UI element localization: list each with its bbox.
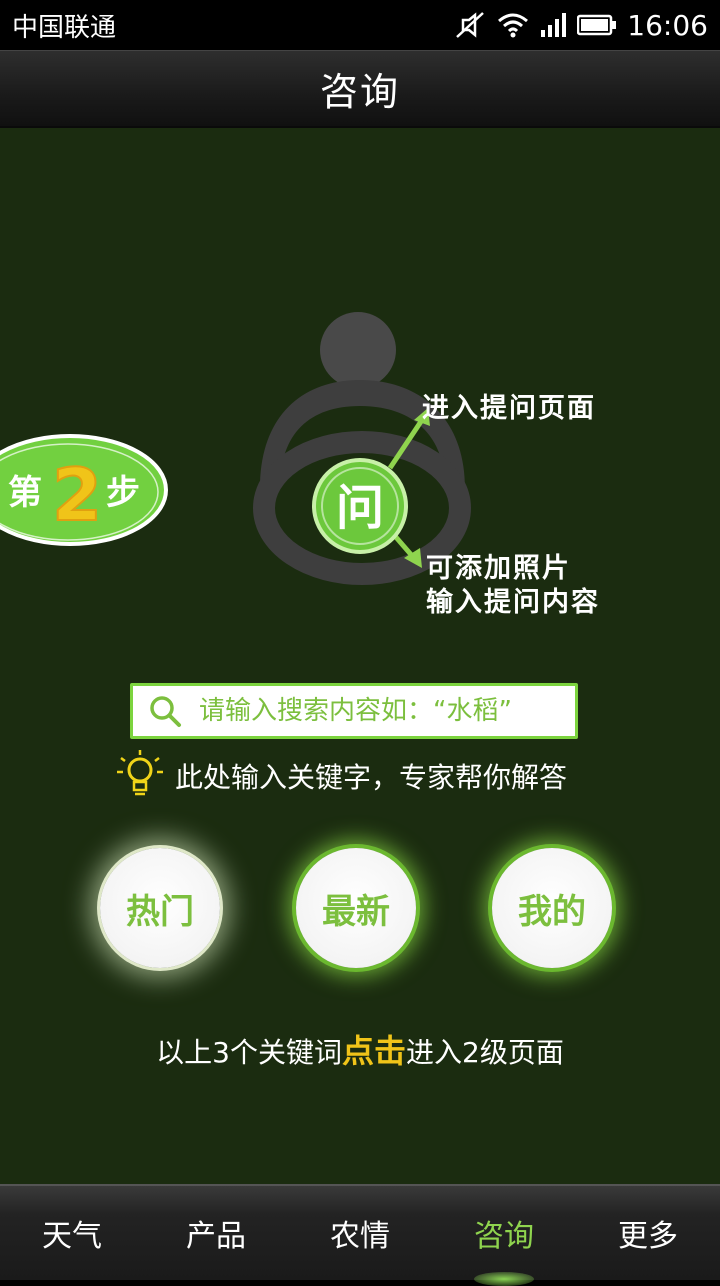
keyword-mine-button[interactable]: 我的	[492, 848, 612, 968]
signal-icon	[539, 12, 567, 38]
step-badge: 第 2 步	[0, 434, 168, 546]
step-suffix: 步	[106, 473, 140, 513]
person-head-icon	[320, 312, 396, 388]
nav-tab-label: 更多	[618, 1219, 678, 1254]
callout-line-content: 输入提问内容	[426, 587, 600, 618]
mute-icon	[453, 10, 487, 40]
clock: 16:06	[627, 8, 708, 42]
page-title: 咨询	[319, 70, 400, 114]
nav-tab-label: 农情	[330, 1219, 390, 1254]
search-input[interactable]	[197, 695, 561, 727]
status-icons: 16:06	[453, 9, 708, 42]
nav-tab-label: 产品	[186, 1219, 246, 1254]
bottom-nav: 天气 产品 农情 咨询 更多	[0, 1184, 720, 1286]
carrier-name: 中国联通	[12, 12, 117, 43]
footer-note-highlight: 点击	[341, 1032, 406, 1070]
nav-tab-products[interactable]: 产品	[144, 1186, 288, 1280]
active-tab-indicator	[474, 1272, 534, 1286]
nav-tab-label: 咨询	[474, 1219, 534, 1254]
keyword-hot-button[interactable]: 热门	[100, 848, 220, 968]
footer-note: 以上3个关键词点击进入2级页面	[0, 1026, 720, 1072]
search-box[interactable]	[130, 683, 578, 739]
step-number: 2	[52, 453, 102, 537]
app-header: 咨询	[0, 50, 720, 128]
keyword-latest-button[interactable]: 最新	[296, 848, 416, 968]
footer-note-before: 以上3个关键词	[156, 1036, 342, 1069]
hint-text: 此处输入关键字，专家帮你解答	[175, 761, 568, 794]
callout-enter-ask: 进入提问页面	[422, 393, 596, 424]
hint-row: 此处输入关键字，专家帮你解答	[115, 748, 567, 804]
step-prefix: 第	[8, 473, 42, 513]
lightbulb-icon	[117, 750, 163, 796]
nav-tab-consult[interactable]: 咨询	[432, 1186, 576, 1286]
nav-tab-label: 天气	[42, 1219, 102, 1254]
nav-tab-weather[interactable]: 天气	[0, 1186, 144, 1280]
wifi-icon	[497, 12, 529, 38]
nav-tab-farm-info[interactable]: 农情	[288, 1186, 432, 1280]
callout-line-photo: 可添加照片	[426, 553, 571, 584]
status-bar: 中国联通 16:06	[0, 0, 720, 50]
callout-add-content: 可添加照片 输入提问内容	[426, 552, 600, 620]
battery-icon	[577, 13, 617, 37]
consult-main: 第 2 步 问 进入提问页面 可添加照片 输入提问内容 请输入搜索内容如：“水稻…	[0, 128, 720, 1184]
nav-tab-more[interactable]: 更多	[576, 1186, 720, 1280]
search-icon	[150, 696, 181, 727]
footer-note-after: 进入2级页面	[406, 1036, 564, 1069]
ask-illustration: 问	[253, 312, 471, 585]
ask-char: 问	[336, 480, 384, 536]
